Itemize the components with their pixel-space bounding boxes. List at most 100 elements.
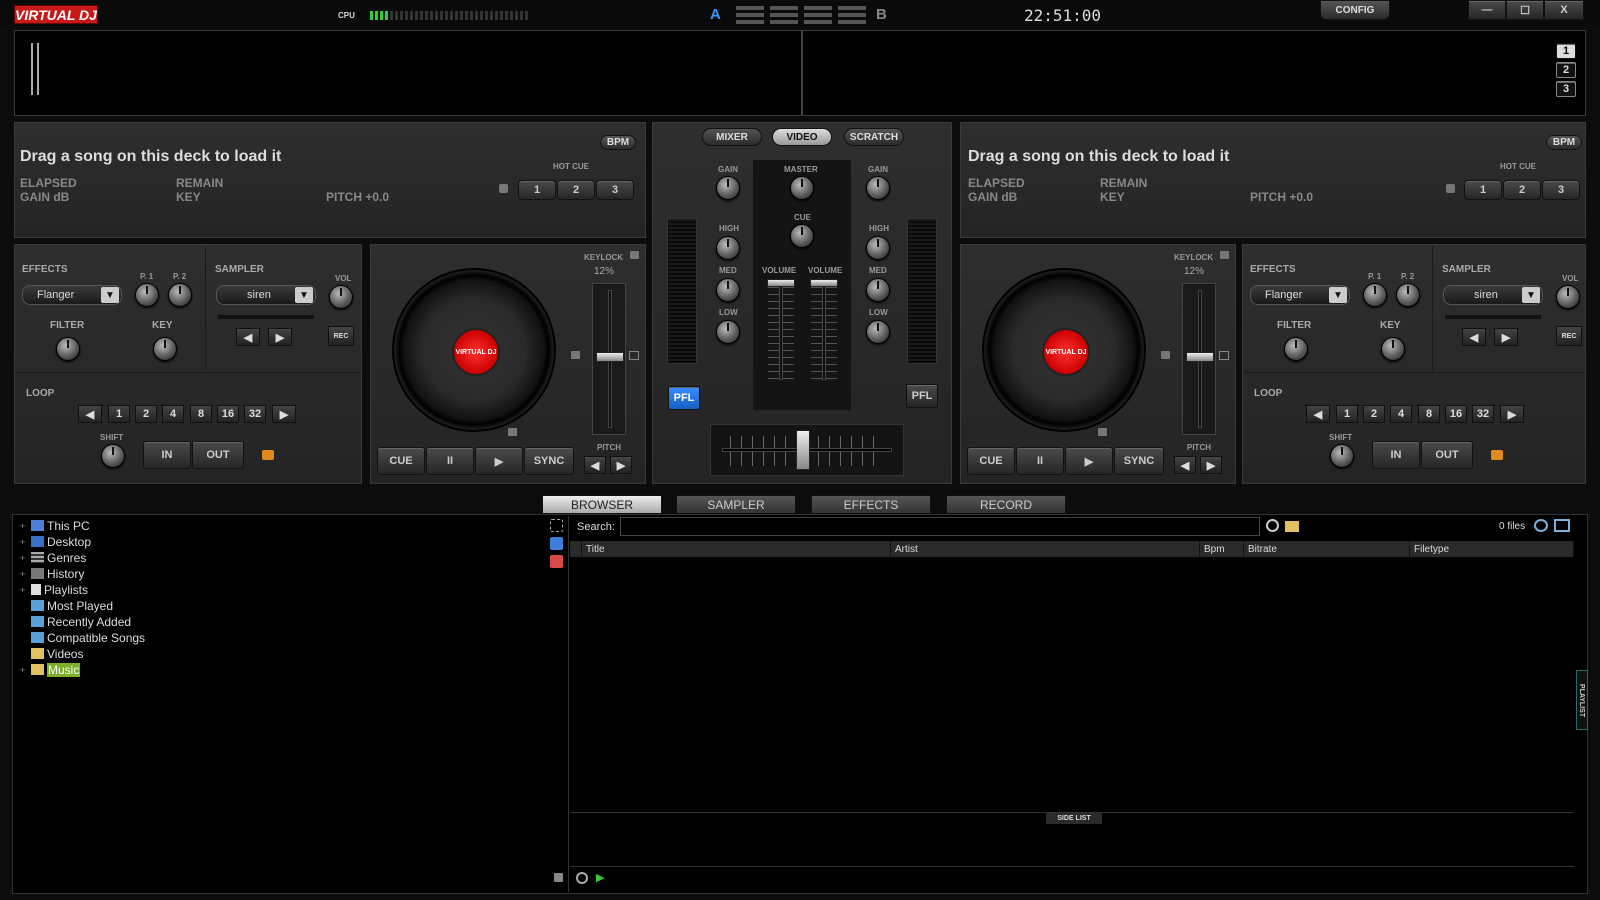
left-sampler-dropdown[interactable]: siren ▼: [216, 285, 316, 305]
mixer-master-knob[interactable]: [790, 176, 814, 200]
left-cue-button[interactable]: CUE: [377, 447, 425, 475]
side-list[interactable]: [570, 826, 1574, 866]
left-filter-knob[interactable]: [56, 337, 80, 361]
right-pitch-down-button[interactable]: ◀: [1174, 456, 1196, 474]
tree-lock-icon[interactable]: [554, 873, 563, 882]
tree-item-playlists[interactable]: + Playlists: [20, 582, 88, 597]
deck-layout-bars[interactable]: [736, 6, 866, 26]
tab-effects[interactable]: EFFECTS: [811, 495, 931, 514]
left-hotcue-2[interactable]: 2: [557, 180, 595, 200]
waveform-display[interactable]: 1 2 3: [14, 30, 1586, 116]
right-pitch-fader[interactable]: [1186, 352, 1214, 362]
add-folder-icon[interactable]: [550, 519, 563, 532]
left-platter-lock-icon-bottom[interactable]: [508, 428, 517, 436]
right-loop-out-button[interactable]: OUT: [1421, 441, 1473, 469]
left-loop-out-button[interactable]: OUT: [192, 441, 244, 469]
mixer-left-gain-knob[interactable]: [716, 176, 740, 200]
crossfader[interactable]: [796, 430, 810, 470]
sidelist-toggle-icon[interactable]: [1554, 519, 1570, 532]
folder-tree[interactable]: [14, 516, 568, 892]
right-keylock-icon[interactable]: [1220, 251, 1229, 259]
left-loop-in-button[interactable]: IN: [143, 441, 191, 469]
column-header-filetype[interactable]: Filetype: [1410, 541, 1574, 557]
tree-item-this-pc[interactable]: + This PC: [20, 518, 90, 533]
mixer-right-pfl-button[interactable]: PFL: [906, 384, 938, 408]
overview-page-3[interactable]: 3: [1556, 81, 1576, 97]
right-pause-button[interactable]: II: [1016, 447, 1064, 475]
right-hotcue-3[interactable]: 3: [1542, 180, 1580, 200]
tab-scratch[interactable]: SCRATCH: [844, 128, 904, 146]
mixer-right-high-knob[interactable]: [866, 236, 890, 260]
right-loop-16[interactable]: 16: [1445, 405, 1467, 423]
left-p1-knob[interactable]: [135, 283, 159, 307]
tree-item-most-played[interactable]: Most Played: [20, 598, 113, 613]
left-pitch-down-button[interactable]: ◀: [584, 456, 606, 474]
tree-item-genres[interactable]: + Genres: [20, 550, 86, 565]
right-shift-knob[interactable]: [1330, 444, 1354, 468]
right-loop-4[interactable]: 4: [1390, 405, 1412, 423]
mixer-left-volume-fader[interactable]: [767, 279, 795, 287]
left-keylock-icon[interactable]: [630, 251, 639, 259]
right-bpm-button[interactable]: BPM: [1546, 135, 1582, 150]
right-hotcue-1[interactable]: 1: [1464, 180, 1502, 200]
right-pitch-reset-icon[interactable]: [1219, 351, 1229, 360]
overview-page-1[interactable]: 1: [1556, 43, 1576, 59]
left-pitch-up-button[interactable]: ▶: [610, 456, 632, 474]
tree-item-videos[interactable]: Videos: [20, 646, 83, 661]
mixer-right-gain-knob[interactable]: [866, 176, 890, 200]
column-header-selector[interactable]: [570, 541, 582, 557]
left-pause-button[interactable]: II: [426, 447, 474, 475]
tree-item-desktop[interactable]: + Desktop: [20, 534, 91, 549]
right-hotcue-lock-icon[interactable]: [1446, 184, 1455, 193]
right-platter[interactable]: VIRTUAL DJ: [982, 268, 1146, 432]
right-sampler-dropdown[interactable]: siren ▼: [1443, 285, 1543, 305]
mixer-right-med-knob[interactable]: [866, 278, 890, 302]
left-sampler-prev-button[interactable]: ◀: [236, 328, 260, 346]
right-sampler-rec-button[interactable]: REC: [1556, 326, 1582, 346]
right-pitch-up-button[interactable]: ▶: [1200, 456, 1222, 474]
column-header-artist[interactable]: Artist: [891, 541, 1200, 557]
left-sampler-rec-button[interactable]: REC: [328, 326, 354, 346]
right-p1-knob[interactable]: [1363, 283, 1387, 307]
tab-video[interactable]: VIDEO: [772, 128, 832, 146]
right-effect-dropdown[interactable]: Flanger ▼: [1250, 285, 1350, 305]
tab-browser[interactable]: BROWSER: [542, 495, 662, 514]
right-loop-lock-icon[interactable]: [1491, 450, 1503, 460]
left-sync-button[interactable]: SYNC: [524, 447, 574, 475]
left-hotcue-lock-icon[interactable]: [499, 184, 508, 193]
config-button[interactable]: CONFIG: [1320, 0, 1390, 20]
right-hotcue-2[interactable]: 2: [1503, 180, 1541, 200]
playlist-side-tab[interactable]: PLAYLIST: [1576, 670, 1588, 730]
right-sampler-next-button[interactable]: ▶: [1494, 328, 1518, 346]
tree-item-recently-added[interactable]: Recently Added: [20, 614, 131, 629]
file-list[interactable]: [570, 558, 1574, 812]
right-platter-lock-icon-bottom[interactable]: [1098, 428, 1107, 436]
tree-item-music[interactable]: + Music: [20, 662, 81, 677]
right-sampler-prev-button[interactable]: ◀: [1462, 328, 1486, 346]
add-playlist-icon[interactable]: [550, 555, 563, 568]
right-p2-knob[interactable]: [1396, 283, 1420, 307]
column-header-title[interactable]: Title: [582, 541, 891, 557]
left-loop-8[interactable]: 8: [190, 405, 212, 423]
left-sampler-next-button[interactable]: ▶: [268, 328, 292, 346]
right-sync-button[interactable]: SYNC: [1114, 447, 1164, 475]
left-bpm-button[interactable]: BPM: [600, 135, 636, 150]
mixer-right-low-knob[interactable]: [866, 320, 890, 344]
tree-item-compatible-songs[interactable]: Compatible Songs: [20, 630, 145, 645]
right-loop-prev-button[interactable]: ◀: [1306, 405, 1330, 423]
right-loop-next-button[interactable]: ▶: [1500, 405, 1524, 423]
left-p2-knob[interactable]: [168, 283, 192, 307]
right-loop-2[interactable]: 2: [1363, 405, 1385, 423]
left-platter[interactable]: VIRTUAL DJ: [392, 268, 556, 432]
tree-item-history[interactable]: + History: [20, 566, 84, 581]
left-play-button[interactable]: ▶: [475, 447, 523, 475]
left-key-knob[interactable]: [153, 337, 177, 361]
globe-icon[interactable]: [576, 872, 588, 884]
left-hotcue-3[interactable]: 3: [596, 180, 634, 200]
left-shift-knob[interactable]: [101, 444, 125, 468]
left-hotcue-1[interactable]: 1: [518, 180, 556, 200]
play-small-icon[interactable]: ▶: [596, 871, 604, 884]
mixer-left-high-knob[interactable]: [716, 236, 740, 260]
right-sampler-vol-knob[interactable]: [1556, 285, 1580, 309]
search-options-icon[interactable]: [1266, 519, 1279, 532]
